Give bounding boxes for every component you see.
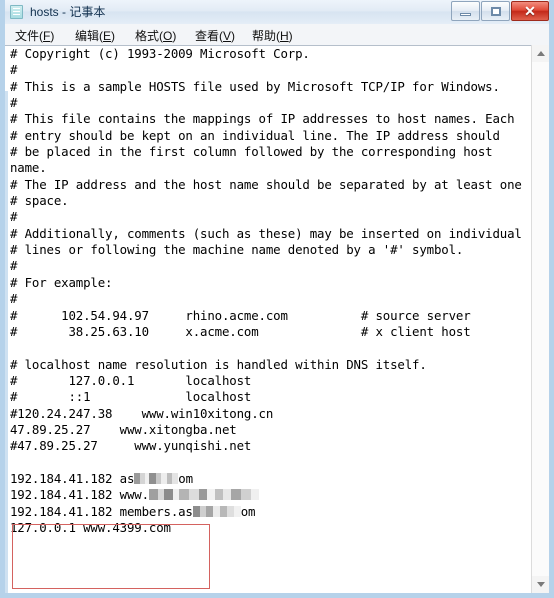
menu-item-help[interactable]: 帮助(H)	[250, 27, 295, 44]
host-entry-redacted-3: 192.184.41.182 members.as om	[10, 503, 256, 519]
redaction-mosaic-icon	[192, 505, 241, 517]
window-title: hosts - 记事本	[30, 5, 106, 19]
menu-item-file[interactable]: 文件(F)	[13, 27, 56, 44]
vertical-scrollbar[interactable]	[531, 45, 549, 593]
host-entry-redacted-1: 192.184.41.182 as om	[10, 471, 193, 486]
text-editor-area[interactable]: # Copyright (c) 1993-2009 Microsoft Corp…	[5, 45, 549, 593]
redaction-mosaic-icon	[134, 472, 179, 484]
caret-up-icon	[537, 51, 545, 56]
host-entry-suffix: om	[240, 503, 256, 519]
close-button[interactable]: ✕	[511, 1, 549, 21]
hosts-file-text[interactable]: # Copyright (c) 1993-2009 Microsoft Corp…	[10, 46, 530, 536]
host-entry-prefix: 192.184.41.182 www.	[10, 487, 149, 503]
menu-item-view[interactable]: 查看(V)	[193, 27, 237, 44]
editor-left-edge	[5, 91, 8, 593]
minimize-button[interactable]	[451, 1, 480, 21]
notepad-window: hosts - 记事本 ✕ 文件(F) 编辑(E) 格式(O) 查看(V) 帮助…	[0, 0, 554, 598]
host-entry-suffix: om	[178, 470, 193, 486]
close-icon: ✕	[524, 3, 536, 19]
maximize-button[interactable]	[481, 1, 510, 21]
notepad-icon	[10, 5, 23, 19]
host-entry-redacted-2: 192.184.41.182 www.	[10, 487, 259, 502]
scroll-down-arrow-icon[interactable]	[532, 576, 549, 593]
menu-item-edit[interactable]: 编辑(E)	[73, 27, 117, 44]
menu-item-format[interactable]: 格式(O)	[133, 27, 178, 44]
menu-bar: 文件(F) 编辑(E) 格式(O) 查看(V) 帮助(H)	[5, 24, 549, 46]
scrollbar-track[interactable]	[532, 62, 549, 576]
title-bar[interactable]: hosts - 记事本 ✕	[5, 0, 549, 25]
caret-down-icon	[537, 582, 545, 587]
host-entry-prefix: 192.184.41.182 members.as	[10, 503, 193, 519]
redaction-mosaic-icon	[148, 489, 259, 501]
host-entry-prefix: 192.184.41.182 as	[10, 470, 135, 486]
hosts-comment-block: # Copyright (c) 1993-2009 Microsoft Corp…	[10, 46, 522, 454]
scroll-up-arrow-icon[interactable]	[532, 45, 549, 62]
host-entry-highlighted: 127.0.0.1 www.4399.com	[10, 519, 171, 535]
